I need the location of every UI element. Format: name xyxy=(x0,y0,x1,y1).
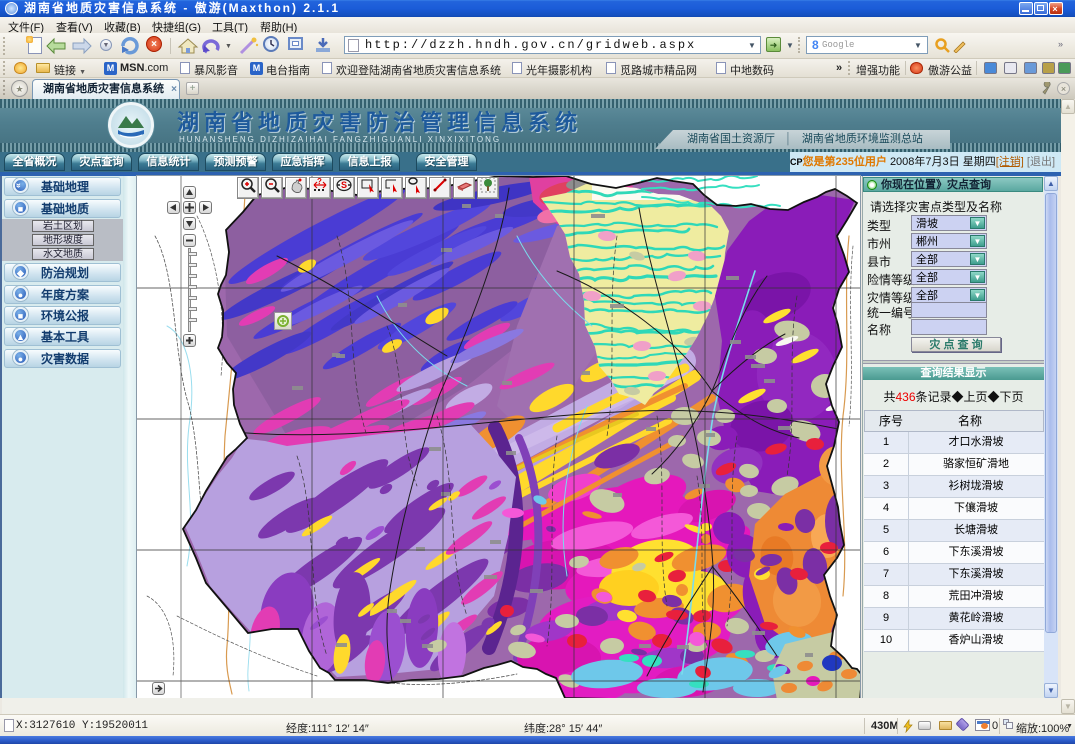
svg-text:?: ? xyxy=(317,177,322,186)
svg-text:S: S xyxy=(341,180,347,190)
